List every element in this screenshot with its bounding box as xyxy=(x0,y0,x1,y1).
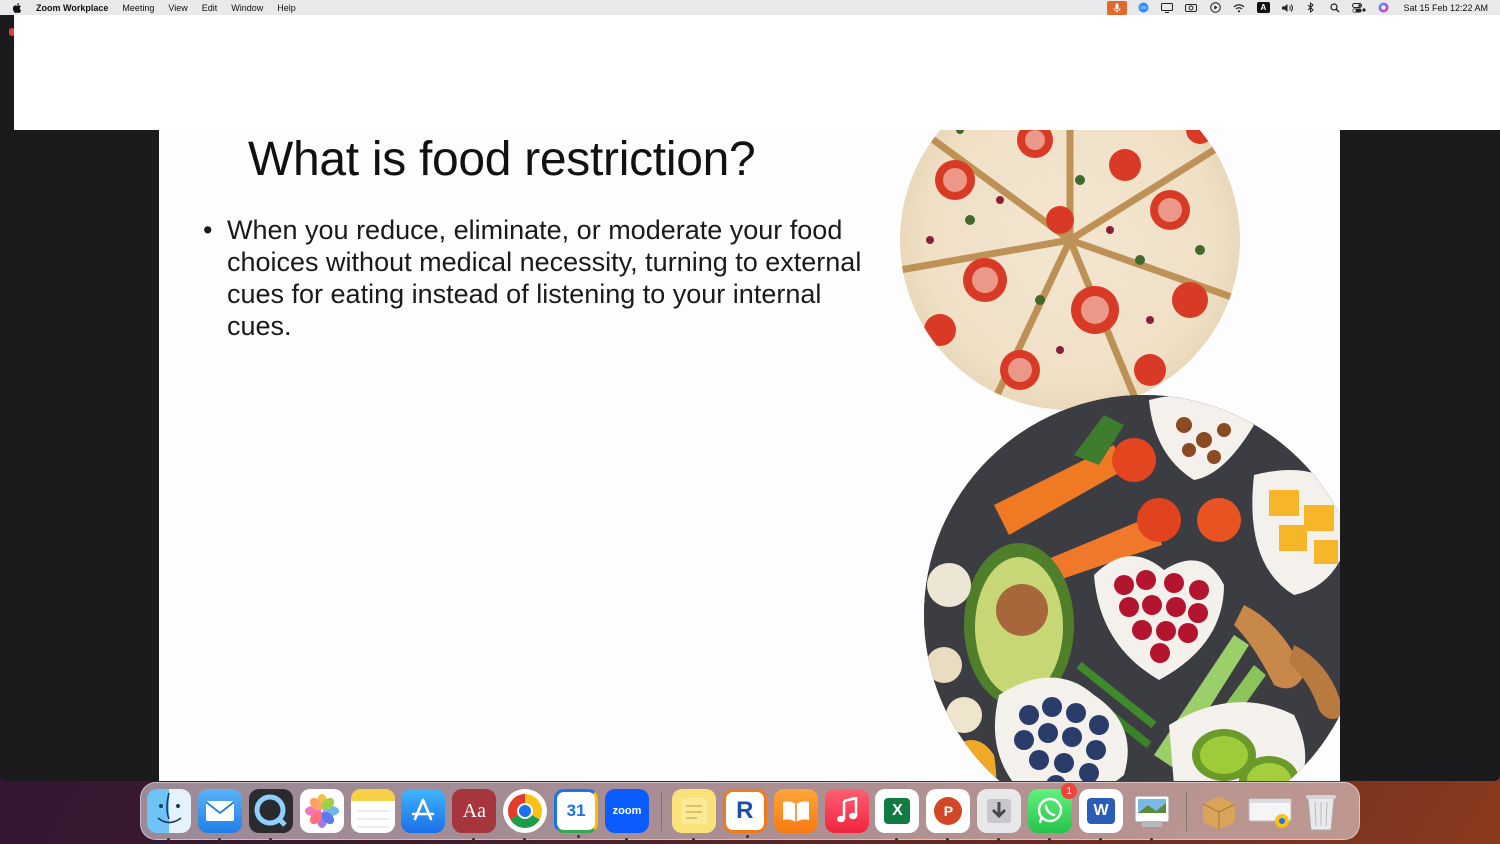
books-icon xyxy=(782,801,809,822)
control-center-icon[interactable] xyxy=(1347,0,1371,15)
powerpoint-icon: P xyxy=(943,803,954,819)
volume-icon[interactable] xyxy=(1275,0,1299,15)
menu-app-name[interactable]: Zoom Workplace xyxy=(36,3,108,13)
music-icon xyxy=(836,797,857,823)
dock-separator xyxy=(660,791,662,831)
dock-stickies[interactable] xyxy=(671,789,716,841)
menu-bar: Zoom Workplace Meeting View Edit Window … xyxy=(0,0,1500,15)
dock-app-store[interactable] xyxy=(401,789,446,833)
mic-active-icon[interactable] xyxy=(1107,0,1128,15)
dock-photos[interactable] xyxy=(299,789,344,833)
shared-slide: What is food restriction? • When you red… xyxy=(159,130,1340,781)
menu-view[interactable]: View xyxy=(168,3,187,13)
input-source-icon[interactable]: A xyxy=(1251,0,1275,15)
menu-meeting[interactable]: Meeting xyxy=(122,3,154,13)
dock-installer[interactable] xyxy=(977,789,1022,841)
dock-google-calendar[interactable]: 31 xyxy=(554,789,599,838)
dock-excel[interactable]: X xyxy=(875,789,920,841)
dock-quicktime[interactable] xyxy=(248,789,293,841)
dock-preview[interactable] xyxy=(1130,789,1174,841)
whatsapp-icon xyxy=(1037,797,1063,824)
chrome-icon xyxy=(508,794,543,828)
slide-bullet-text: When you reduce, eliminate, or moderate … xyxy=(227,215,862,341)
fruits-vegetables-image xyxy=(924,395,1340,781)
zoom-status-icon[interactable]: zm xyxy=(1131,0,1155,15)
dock-roboform[interactable]: R xyxy=(722,789,767,838)
excel-icon: X xyxy=(892,802,903,819)
slide-title: What is food restriction? xyxy=(248,133,756,186)
quicktime-icon xyxy=(254,794,287,827)
stickies-icon xyxy=(680,798,707,824)
zoom-share-toolbar-area xyxy=(14,15,1500,130)
dock-zoom[interactable]: zoom xyxy=(605,789,650,841)
dock-notes[interactable] xyxy=(350,789,395,833)
dock: Aa 31 zoom R X P 1 W xyxy=(140,782,1360,841)
wifi-icon[interactable] xyxy=(1227,0,1251,15)
bullet-dot: • xyxy=(203,215,213,245)
dock-finder[interactable] xyxy=(147,789,191,841)
camera-icon[interactable] xyxy=(1179,0,1203,15)
dictionary-icon: Aa xyxy=(462,799,486,822)
trash-icon xyxy=(1305,795,1336,831)
dock-trash[interactable] xyxy=(1299,789,1343,833)
input-source-label: A xyxy=(1256,2,1270,13)
menubar-clock[interactable]: Sat 15 Feb 12:22 AM xyxy=(1403,3,1488,13)
spotlight-icon[interactable] xyxy=(1323,0,1347,15)
menu-window[interactable]: Window xyxy=(231,3,263,13)
photos-icon xyxy=(304,794,339,828)
menu-help[interactable]: Help xyxy=(277,3,296,13)
pizza-image xyxy=(900,130,1240,410)
dock-whatsapp[interactable]: 1 xyxy=(1028,783,1078,841)
preview-icon xyxy=(1134,795,1170,827)
notes-icon xyxy=(350,789,395,828)
dock-dictionary[interactable]: Aa xyxy=(452,789,497,841)
dock-music[interactable] xyxy=(824,789,869,833)
bluetooth-icon[interactable] xyxy=(1299,0,1323,15)
apple-menu-icon[interactable] xyxy=(12,0,26,15)
play-icon[interactable] xyxy=(1203,0,1227,15)
zoom-meeting-window: What is food restriction? • When you red… xyxy=(0,15,1500,781)
dock-books[interactable] xyxy=(773,789,818,833)
menu-edit[interactable]: Edit xyxy=(202,3,218,13)
svg-text:zm: zm xyxy=(1140,5,1146,10)
dock-word[interactable]: W xyxy=(1079,789,1124,841)
dock-mail[interactable] xyxy=(197,789,242,841)
archive-icon xyxy=(1202,796,1236,830)
calendar-icon: 31 xyxy=(566,801,586,820)
chrome-window-icon xyxy=(1248,798,1292,828)
word-icon: W xyxy=(1093,802,1109,819)
mail-icon xyxy=(205,801,235,821)
dock-chrome-window[interactable] xyxy=(1248,789,1292,833)
dock-powerpoint[interactable]: P xyxy=(926,789,971,841)
slide-bullet: • When you reduce, eliminate, or moderat… xyxy=(203,214,883,342)
dock-archive-utility[interactable] xyxy=(1197,789,1241,833)
dock-chrome[interactable] xyxy=(503,789,548,841)
whatsapp-badge: 1 xyxy=(1061,783,1078,799)
display-icon[interactable] xyxy=(1155,0,1179,15)
app-store-icon xyxy=(412,798,435,821)
installer-icon xyxy=(987,799,1012,823)
zoom-icon: zoom xyxy=(612,805,642,817)
status-area: zm A Sat 15 Feb 12:22 AM xyxy=(1107,0,1488,15)
finder-icon xyxy=(157,792,182,824)
siri-icon[interactable] xyxy=(1371,0,1395,15)
roboform-icon: R xyxy=(736,797,754,824)
dock-separator-2 xyxy=(1185,791,1187,831)
